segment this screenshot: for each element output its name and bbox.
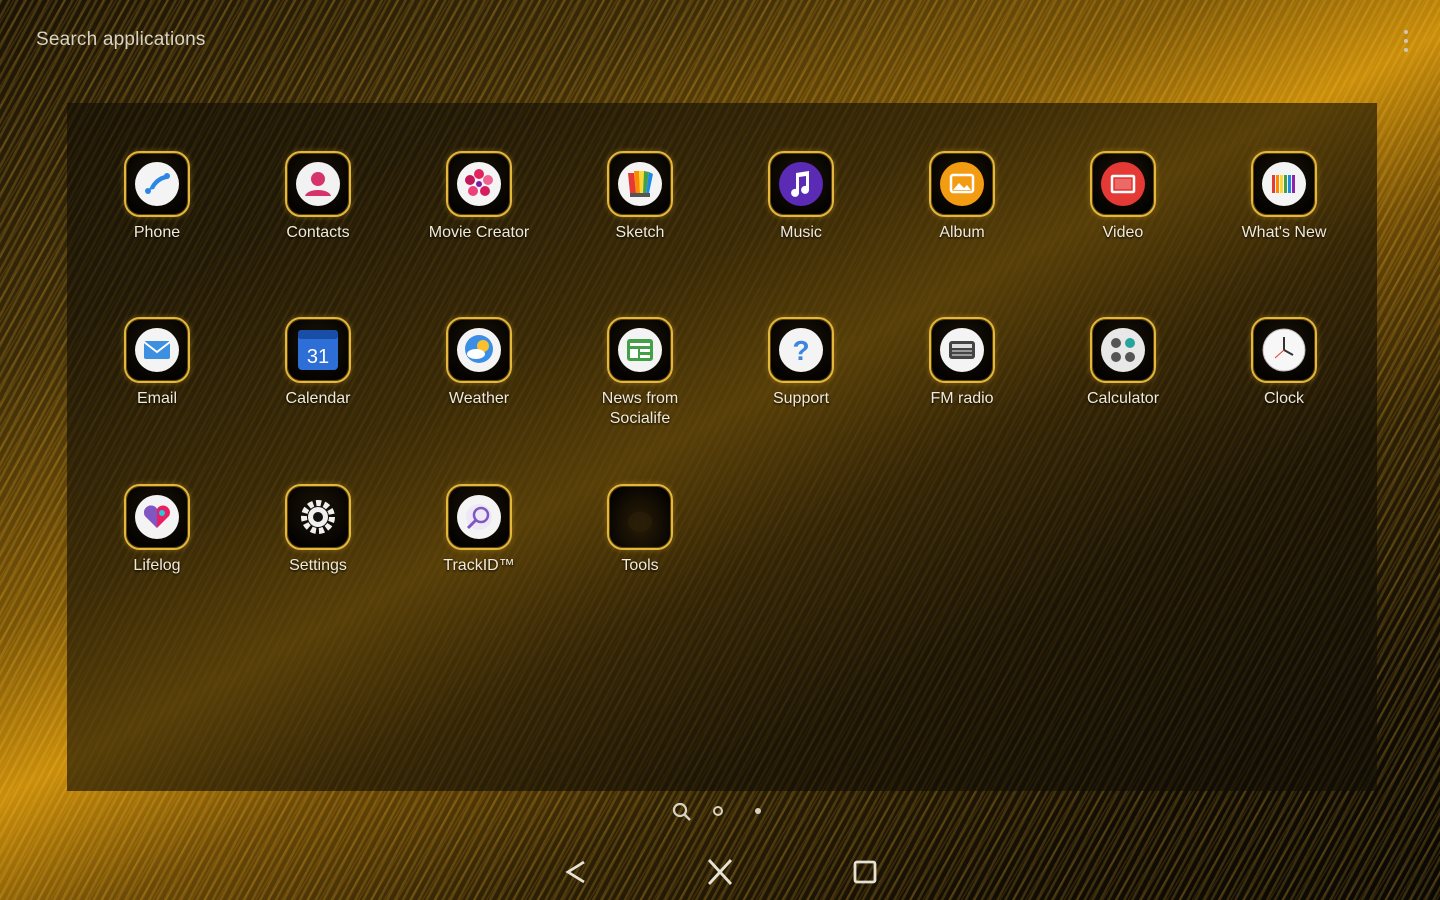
app-label: Movie Creator [428,224,530,241]
app-label: What's New [1241,224,1327,241]
app-sketch[interactable]: Sketch [560,151,720,243]
app-fm-radio[interactable]: FM radio [882,317,1042,409]
app-label: Lifelog [133,557,181,574]
app-label: Phone [133,224,181,241]
app-label: Tools [621,557,659,574]
lifelog-icon [124,484,190,550]
news-icon [607,317,673,383]
back-icon[interactable] [558,854,594,890]
weather-icon [446,317,512,383]
app-video[interactable]: Video [1043,151,1203,243]
app-calculator[interactable]: Calculator [1043,317,1203,409]
app-label: Sketch [615,224,665,241]
app-label: Support [772,390,830,407]
app-music[interactable]: Music [721,151,881,243]
app-tools-folder[interactable]: Tools [560,484,720,576]
home-icon[interactable] [702,854,738,890]
fm-radio-icon [929,317,995,383]
app-label: Calculator [1086,390,1160,407]
music-icon [768,151,834,217]
calculator-icon [1090,317,1156,383]
app-contacts[interactable]: Contacts [238,151,398,243]
app-label: Album [939,224,985,241]
app-label: FM radio [930,390,994,407]
app-label: Clock [1263,390,1304,407]
search-applications-field[interactable]: Search applications [36,29,206,51]
page-indicator [670,800,770,824]
trackid-icon [446,484,512,550]
app-news-from-socialife[interactable]: News from Socialife [560,317,720,429]
email-icon [124,317,190,383]
page-dot-current[interactable] [713,806,723,816]
phone-icon [124,151,190,217]
calendar-icon: 31 [285,317,351,383]
app-label: Contacts [286,224,350,241]
calendar-date-text: 31 [307,346,329,368]
clock-icon [1251,317,1317,383]
app-phone[interactable]: Phone [77,151,237,243]
app-lifelog[interactable]: Lifelog [77,484,237,576]
sketch-icon [607,151,673,217]
app-settings[interactable]: Settings [238,484,398,576]
contacts-icon [285,151,351,217]
app-label: Weather [448,390,510,407]
app-whats-new[interactable]: What's New [1204,151,1364,243]
app-album[interactable]: Album [882,151,1042,243]
overflow-menu-icon[interactable] [1402,30,1410,52]
app-label: Music [780,224,822,241]
app-label: News from Socialife [601,390,679,427]
app-clock[interactable]: Clock [1204,317,1364,409]
navigation-bar [0,840,1440,900]
page-dot[interactable] [755,808,761,814]
album-icon [929,151,995,217]
settings-icon [285,484,351,550]
support-icon: ? [768,317,834,383]
whats-new-icon [1251,151,1317,217]
app-drawer-panel: Phone Contacts Movie Creator Sketch Musi… [67,103,1377,791]
top-bar: Search applications [0,0,1440,80]
recents-icon[interactable] [847,854,883,890]
app-label: Calendar [285,390,351,407]
app-label: Video [1102,224,1144,241]
app-label: Settings [289,557,347,574]
app-trackid[interactable]: TrackID™ [399,484,559,576]
app-support[interactable]: ? Support [721,317,881,409]
video-icon [1090,151,1156,217]
movie-creator-icon [446,151,512,217]
app-weather[interactable]: Weather [399,317,559,409]
app-movie-creator[interactable]: Movie Creator [399,151,559,243]
search-page-icon[interactable] [670,800,694,824]
app-email[interactable]: Email [77,317,237,409]
app-label: TrackID™ [443,557,515,574]
folder-icon [607,484,673,550]
svg-text:?: ? [792,335,809,366]
app-calendar[interactable]: 31 Calendar [238,317,398,409]
app-label: Email [136,390,177,407]
